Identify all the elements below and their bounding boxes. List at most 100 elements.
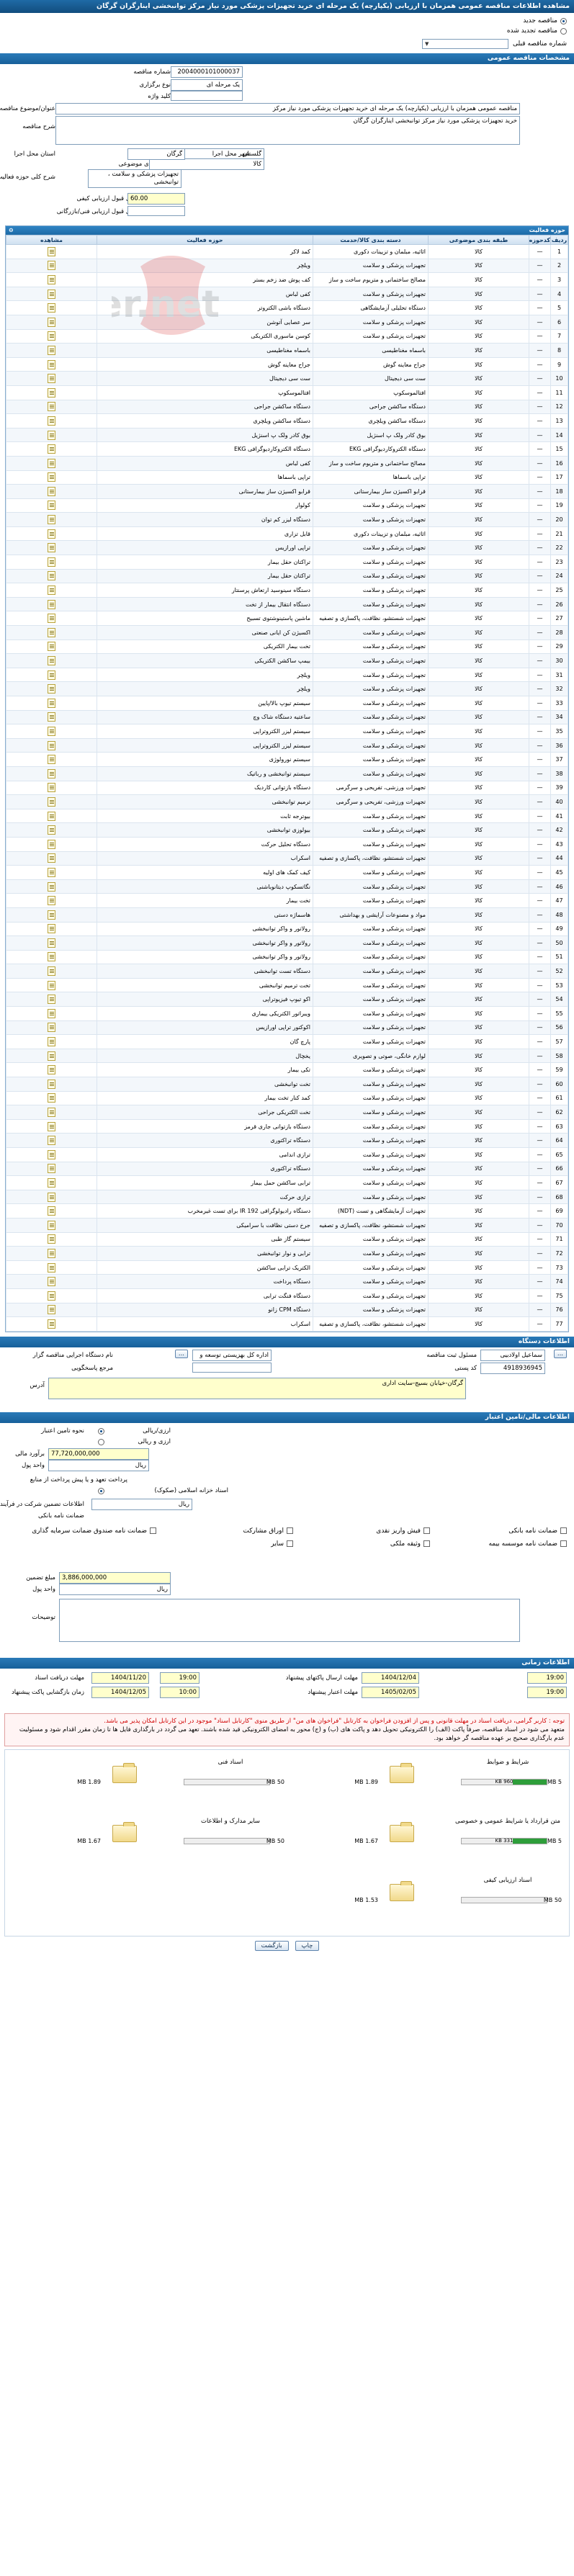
document-view-icon[interactable] — [48, 1136, 55, 1146]
document-view-icon[interactable] — [48, 416, 55, 426]
radio-renewed-tender[interactable]: مناقصه تجدید شده — [7, 26, 567, 36]
document-view-icon[interactable] — [48, 274, 55, 284]
document-view-icon[interactable] — [48, 938, 55, 948]
document-view-icon[interactable] — [48, 995, 55, 1005]
checkbox-icon[interactable] — [560, 1527, 567, 1535]
document-view-icon[interactable] — [48, 656, 55, 666]
document-view-icon[interactable] — [48, 571, 55, 581]
document-view-icon[interactable] — [48, 1093, 55, 1103]
document-view-icon[interactable] — [48, 1192, 55, 1202]
document-view-icon[interactable] — [48, 825, 55, 835]
document-view-icon[interactable] — [48, 599, 55, 609]
document-view-icon[interactable] — [48, 1177, 55, 1188]
document-view-icon[interactable] — [48, 345, 55, 355]
unit-select-button[interactable]: ... — [553, 1349, 567, 1358]
guarantee-option[interactable]: ضمانت نامه صندوق ضمانت سرمایه گذاری — [32, 1527, 156, 1535]
print-button[interactable]: چاپ — [295, 1940, 320, 1951]
document-view-icon[interactable] — [48, 486, 55, 496]
document-view-icon[interactable] — [48, 402, 55, 412]
radio-new-tender[interactable]: مناقصه جدید — [7, 16, 567, 26]
guarantee-option[interactable]: فیش واریز نقدی — [376, 1527, 430, 1535]
document-view-icon[interactable] — [48, 458, 55, 468]
document-view-icon[interactable] — [48, 1248, 55, 1258]
document-view-icon[interactable] — [48, 1220, 55, 1230]
document-view-icon[interactable] — [48, 1079, 55, 1089]
checkbox-icon[interactable] — [287, 1540, 293, 1548]
document-view-icon[interactable] — [48, 811, 55, 821]
checkbox-icon[interactable] — [560, 1540, 567, 1548]
document-view-icon[interactable] — [48, 543, 55, 553]
radio-icon[interactable] — [560, 17, 567, 24]
document-view-icon[interactable] — [48, 966, 55, 977]
document-view-icon[interactable] — [48, 952, 55, 962]
document-view-icon[interactable] — [48, 1037, 55, 1047]
document-view-icon[interactable] — [48, 359, 55, 369]
document-view-icon[interactable] — [48, 726, 55, 736]
document-view-icon[interactable] — [48, 501, 55, 511]
checkbox-icon[interactable] — [423, 1527, 430, 1535]
guarantee-option[interactable]: ضمانت نامه بانکی — [508, 1527, 567, 1535]
document-view-icon[interactable] — [48, 924, 55, 934]
document-view-icon[interactable] — [48, 1291, 55, 1301]
document-view-icon[interactable] — [48, 1305, 55, 1315]
document-view-icon[interactable] — [48, 1008, 55, 1018]
folder-icon[interactable] — [390, 1821, 414, 1842]
document-view-icon[interactable] — [48, 585, 55, 596]
document-view-icon[interactable] — [48, 712, 55, 722]
document-view-icon[interactable] — [48, 614, 55, 624]
document-view-icon[interactable] — [48, 910, 55, 920]
document-view-icon[interactable] — [48, 796, 55, 807]
holding-type-select[interactable]: یک مرحله ای — [171, 79, 243, 91]
document-view-icon[interactable] — [48, 755, 55, 765]
document-view-icon[interactable] — [48, 331, 55, 341]
document-view-icon[interactable] — [48, 1262, 55, 1273]
document-view-icon[interactable] — [48, 867, 55, 877]
guarantee-option[interactable]: وثیقه ملکی — [390, 1540, 430, 1548]
document-view-icon[interactable] — [48, 698, 55, 708]
document-view-icon[interactable] — [48, 740, 55, 750]
prev-tender-select[interactable]: ▼ — [422, 39, 509, 49]
document-view-icon[interactable] — [48, 1164, 55, 1174]
checkbox-icon[interactable] — [287, 1527, 293, 1535]
currency-select[interactable]: ریال — [48, 1459, 149, 1471]
document-view-icon[interactable] — [48, 515, 55, 525]
city-select[interactable]: گرگان — [127, 148, 185, 160]
document-view-icon[interactable] — [48, 289, 55, 299]
document-view-icon[interactable] — [48, 246, 55, 256]
document-view-icon[interactable] — [48, 642, 55, 652]
guarantee-currency-select[interactable]: ریال — [91, 1498, 192, 1510]
document-view-icon[interactable] — [48, 472, 55, 483]
document-view-icon[interactable] — [48, 1065, 55, 1075]
radio-icon[interactable] — [98, 1438, 104, 1445]
collapse-icon[interactable]: ⊖ — [9, 226, 14, 235]
document-view-icon[interactable] — [48, 627, 55, 637]
subject-field[interactable]: مناقصه عمومی همزمان با ارزیابی (یکپارچه)… — [55, 103, 520, 115]
holder-select-button[interactable]: ... — [174, 1349, 188, 1358]
keyword-field[interactable] — [171, 91, 243, 101]
document-view-icon[interactable] — [48, 430, 55, 440]
document-view-icon[interactable] — [48, 557, 55, 567]
back-button[interactable]: بازگشت — [254, 1940, 289, 1951]
description-field[interactable]: خرید تجهیزات پزشکی مورد نیاز مرکز توانبخ… — [55, 116, 520, 145]
radio-icon[interactable] — [560, 27, 567, 35]
radio-icon[interactable] — [98, 1427, 104, 1435]
document-view-icon[interactable] — [48, 670, 55, 680]
amount-currency-select[interactable]: ریال — [59, 1583, 171, 1595]
document-view-icon[interactable] — [48, 1234, 55, 1244]
document-view-icon[interactable] — [48, 261, 55, 271]
document-view-icon[interactable] — [48, 684, 55, 694]
document-view-icon[interactable] — [48, 1023, 55, 1033]
radio-icon[interactable] — [98, 1487, 104, 1494]
document-view-icon[interactable] — [48, 783, 55, 793]
document-view-icon[interactable] — [48, 839, 55, 849]
document-view-icon[interactable] — [48, 1121, 55, 1131]
document-view-icon[interactable] — [48, 853, 55, 863]
document-view-icon[interactable] — [48, 303, 55, 313]
document-view-icon[interactable] — [48, 374, 55, 384]
guarantee-option[interactable]: اوراق مشارکت — [243, 1527, 293, 1535]
guarantee-option[interactable]: ضمانت نامه موسسه بیمه — [488, 1540, 567, 1548]
checkbox-icon[interactable] — [423, 1540, 430, 1548]
document-view-icon[interactable] — [48, 529, 55, 539]
document-view-icon[interactable] — [48, 444, 55, 454]
folder-icon[interactable] — [390, 1880, 414, 1901]
